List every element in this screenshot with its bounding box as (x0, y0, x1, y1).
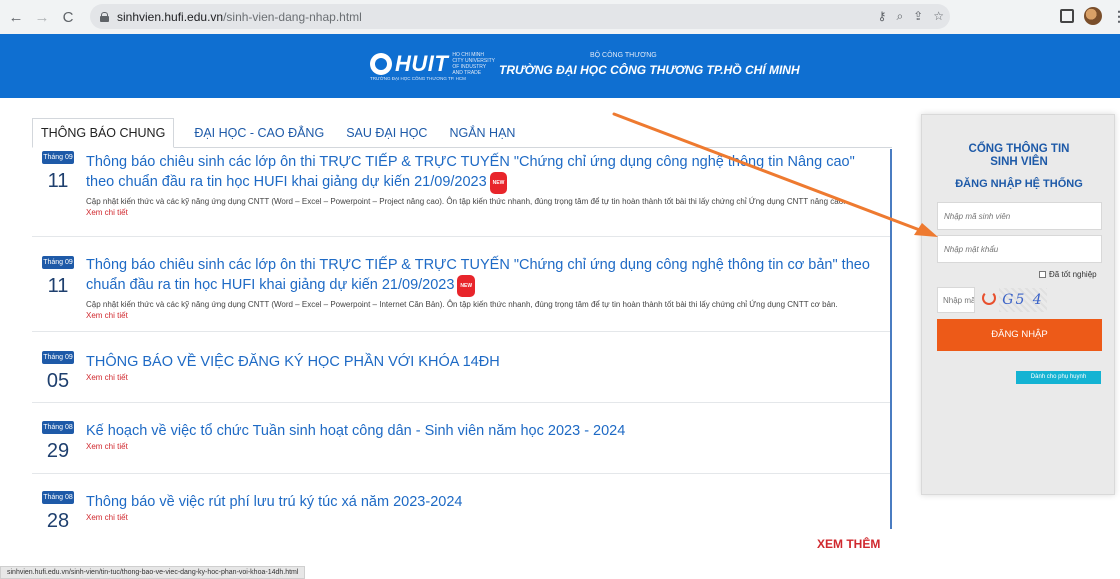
news-day: 11 (47, 170, 69, 192)
share-icon[interactable]: ⇪ (913, 9, 923, 24)
login-subtitle: ĐĂNG NHẬP HỆ THỐNG (955, 178, 1083, 190)
sidepanel-icon[interactable] (1060, 9, 1074, 23)
news-date: Tháng 08 29 (42, 421, 74, 463)
news-month: Tháng 09 (42, 256, 74, 269)
news-date: Tháng 09 11 (42, 151, 74, 193)
tab-postgrad[interactable]: SAU ĐẠI HỌC (338, 118, 435, 148)
login-panel: CỔNG THÔNG TIN SINH VIÊN ĐĂNG NHẬP HỆ TH… (921, 114, 1115, 495)
tab-general[interactable]: THÔNG BÁO CHUNG (32, 118, 175, 148)
student-id-input[interactable] (937, 202, 1102, 230)
news-day: 11 (47, 275, 69, 297)
news-tabs: THÔNG BÁO CHUNG ĐẠI HỌC - CAO ĐẲNG SAU Đ… (32, 118, 892, 148)
read-more-link[interactable]: Xem chi tiết (86, 441, 876, 452)
news-day: 05 (46, 370, 70, 392)
login-button[interactable]: ĐĂNG NHẬP (937, 319, 1102, 351)
url-host: sinhvien.hufi.edu.vn (117, 9, 224, 24)
back-button[interactable]: ← (6, 7, 26, 27)
read-more-link[interactable]: Xem chi tiết (86, 512, 876, 523)
reload-button[interactable]: C (58, 7, 78, 27)
browser-toolbar: ← → C sinhvien.hufi.edu.vn/sinh-vien-dan… (0, 0, 1120, 34)
news-month: Tháng 09 (42, 151, 74, 164)
news-title[interactable]: Kế hoạch về việc tổ chức Tuần sinh hoạt … (86, 421, 876, 441)
parent-portal-button[interactable]: Dành cho phụ huynh (1016, 371, 1101, 384)
graduated-option[interactable]: Đã tốt nghiệp (1039, 270, 1097, 279)
news-date: Tháng 09 11 (42, 256, 74, 298)
university-emblem-icon (370, 53, 392, 75)
see-more-link[interactable]: XEM THÊM (817, 537, 880, 551)
forward-button[interactable]: → (32, 7, 52, 27)
captcha-input[interactable] (937, 287, 975, 313)
graduated-label: Đã tốt nghiệp (1049, 270, 1097, 279)
bookmark-star-icon[interactable]: ☆ (933, 9, 944, 24)
news-month: Tháng 08 (42, 421, 74, 434)
news-item: Tháng 09 05 THÔNG BÁO VỀ VIỆC ĐĂNG KÝ HỌ… (32, 332, 890, 403)
news-list[interactable]: Tháng 09 11 Thông báo chiêu sinh các lớp… (32, 149, 892, 529)
captcha-image: G5 4 (999, 288, 1047, 312)
news-description: Cập nhật kiến thức và các kỹ năng ứng dụ… (86, 300, 838, 309)
brand-name: HUIT (395, 51, 449, 76)
new-badge-icon: NEW (489, 172, 508, 194)
news-title[interactable]: Thông báo về việc rút phí lưu trú ký túc… (86, 492, 876, 512)
graduated-checkbox[interactable] (1039, 271, 1046, 278)
read-more-link[interactable]: Xem chi tiết (86, 372, 876, 383)
address-bar[interactable]: sinhvien.hufi.edu.vn/sinh-vien-dang-nhap… (90, 4, 950, 29)
password-input[interactable] (937, 235, 1102, 263)
browser-menu-icon[interactable]: ⋮ (1112, 8, 1120, 25)
brand-tagline: TRƯỜNG ĐẠI HỌC CÔNG THƯƠNG TP. HCM (370, 76, 466, 81)
news-title[interactable]: THÔNG BÁO VỀ VIỆC ĐĂNG KÝ HỌC PHẦN VỚI K… (86, 352, 876, 372)
news-description: Cập nhật kiến thức và các kỹ năng ứng dụ… (86, 197, 846, 206)
new-badge-icon: NEW (457, 275, 476, 297)
tab-short-term[interactable]: NGẮN HẠN (441, 118, 523, 148)
portal-title-line1: CỔNG THÔNG TIN (968, 143, 1070, 155)
profile-avatar-icon[interactable] (1084, 7, 1102, 25)
news-month: Tháng 08 (42, 491, 74, 504)
refresh-captcha-icon[interactable] (982, 291, 996, 305)
news-section: THÔNG BÁO CHUNG ĐẠI HỌC - CAO ĐẲNG SAU Đ… (32, 118, 892, 529)
news-title[interactable]: Thông báo chiêu sinh các lớp ôn thi TRỰC… (86, 152, 876, 194)
news-item: Tháng 09 11 Thông báo chiêu sinh các lớp… (32, 237, 890, 332)
news-title[interactable]: Thông báo chiêu sinh các lớp ôn thi TRỰC… (86, 255, 876, 297)
news-item: Tháng 08 28 Thông báo về việc rút phí lư… (32, 474, 890, 529)
news-date: Tháng 08 28 (42, 491, 74, 529)
school-name: TRƯỜNG ĐẠI HỌC CÔNG THƯƠNG TP.HỒ CHÍ MIN… (499, 63, 800, 77)
tab-undergrad[interactable]: ĐẠI HỌC - CAO ĐẲNG (186, 118, 332, 148)
lock-icon (100, 11, 109, 22)
brand-english-name: HO CHI MINH CITY UNIVERSITY OF INDUSTRY … (452, 52, 495, 76)
key-icon[interactable]: ⚷ (878, 9, 887, 24)
news-day: 29 (46, 440, 70, 462)
portal-title-line2: SINH VIÊN (990, 156, 1048, 168)
read-more-link[interactable]: Xem chi tiết (86, 310, 876, 321)
brand-logo[interactable]: HUIT HO CHI MINH CITY UNIVERSITY OF INDU… (370, 51, 496, 77)
news-item: Tháng 09 11 Thông báo chiêu sinh các lớp… (32, 149, 890, 237)
news-month: Tháng 09 (42, 351, 74, 364)
news-item: Tháng 08 29 Kế hoạch về việc tổ chức Tuầ… (32, 403, 890, 474)
ministry-label: BỘ CÔNG THƯƠNG (590, 52, 657, 59)
zoom-icon[interactable]: ⌕ (896, 9, 903, 24)
status-bar-url: sinhvien.hufi.edu.vn/sinh-vien/tin-tuc/t… (0, 566, 306, 579)
news-day: 28 (46, 510, 70, 529)
news-date: Tháng 09 05 (42, 351, 74, 393)
read-more-link[interactable]: Xem chi tiết (86, 207, 876, 218)
url-path: /sinh-vien-dang-nhap.html (223, 9, 362, 24)
